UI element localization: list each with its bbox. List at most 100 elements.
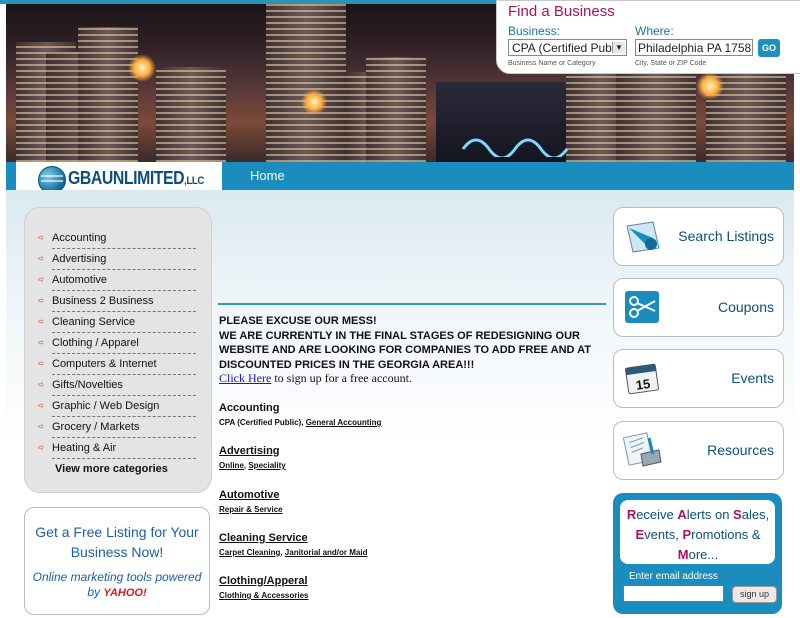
calendar-day-text: 15: [635, 376, 651, 393]
business-select-value: CPA (Certified Pub: [512, 41, 612, 55]
listing-heading-clothing[interactable]: Clothing/Apperal: [219, 575, 308, 587]
skyline-building: [266, 4, 346, 162]
sidebar-item-computers-internet[interactable]: ➪ Computers & Internet: [38, 354, 196, 375]
where-label: Where:: [635, 24, 674, 38]
chevron-down-icon[interactable]: ▼: [612, 42, 625, 53]
alerts-message-initial: P: [682, 527, 692, 542]
find-business-title: Find a Business: [508, 3, 615, 20]
search-listings-button[interactable]: Search Listings: [613, 207, 784, 266]
free-listing-title: Get a Free Listing for Your Business Now…: [35, 524, 199, 560]
logo-suffix: ,LLC: [184, 175, 204, 187]
alerts-message-text: eceive: [636, 507, 678, 522]
skyline-building: [366, 57, 426, 162]
arrow-bullet-icon: ➪: [38, 254, 45, 263]
alerts-message-initial: S: [733, 507, 742, 522]
search-listings-icon: [626, 221, 660, 253]
coupons-button[interactable]: Coupons: [613, 278, 784, 337]
calendar-icon: 15: [625, 363, 659, 395]
listing-sub-item[interactable]: CPA (Certified Public): [219, 418, 301, 427]
go-button[interactable]: GO: [758, 39, 780, 57]
arrow-bullet-icon: ➪: [38, 338, 45, 347]
sidebar-item-heating-air[interactable]: ➪ Heating & Air: [38, 438, 196, 459]
sidebar-item-accounting[interactable]: ➪ Accounting: [38, 228, 196, 249]
alerts-message-initial: E: [635, 527, 645, 542]
listing-heading-accounting: Accounting: [219, 402, 280, 414]
free-listing-subtitle: Online marketing tools powered by YAHOO!: [31, 570, 203, 601]
skyline-building: [156, 67, 226, 162]
sidebar-item-business-2-business[interactable]: ➪ Business 2 Business: [38, 291, 196, 312]
neon-sign: [461, 138, 569, 157]
email-field[interactable]: [623, 585, 724, 602]
listing-heading-cleaning-service[interactable]: Cleaning Service: [219, 532, 308, 544]
sidebar-item-advertising[interactable]: ➪ Advertising: [38, 249, 196, 270]
listing-subs-automotive: Repair & Service: [219, 505, 283, 514]
listing-sub-item[interactable]: General Accounting: [306, 418, 382, 427]
listing-heading-automotive[interactable]: Automotive: [219, 489, 280, 501]
sidebar-item-label: Business 2 Business: [52, 295, 154, 307]
alerts-message-initial: A: [677, 507, 687, 522]
light-glow: [301, 89, 327, 115]
listing-sub-item[interactable]: Janitorial and/or Maid: [285, 548, 368, 557]
light-glow: [128, 54, 156, 82]
where-input[interactable]: Philadelphia PA 1758: [635, 39, 753, 56]
alerts-message: Receive Alerts on Sales, Events, Promoti…: [624, 505, 772, 565]
sidebar-item-label: Grocery / Markets: [52, 421, 140, 433]
listing-sub-item[interactable]: Clothing & Accessories: [219, 591, 309, 600]
resources-button[interactable]: Resources: [613, 421, 784, 480]
skyline-building: [616, 72, 696, 162]
sign-up-button[interactable]: sign up: [732, 586, 777, 603]
sidebar-item-label: Accounting: [52, 232, 107, 244]
sidebar-item-grocery-markets[interactable]: ➪ Grocery / Markets: [38, 417, 196, 438]
listing-sub-item[interactable]: Carpet Cleaning: [219, 548, 280, 557]
yahoo-logo: YAHOO!: [103, 587, 147, 599]
events-button[interactable]: 15 Events: [613, 349, 784, 408]
listing-heading-advertising[interactable]: Advertising: [219, 445, 280, 457]
nav-home-link[interactable]: Home: [250, 168, 285, 183]
signup-prompt: Click Here to sign up for a free account…: [219, 371, 412, 386]
listing-subs-clothing: Clothing & Accessories: [219, 591, 309, 600]
business-select[interactable]: CPA (Certified Pub ▼: [508, 39, 627, 56]
business-label: Business:: [508, 24, 561, 38]
sidebar-item-label: Cleaning Service: [52, 316, 136, 328]
email-label: Enter email address: [629, 571, 718, 582]
view-more-categories-link[interactable]: View more categories: [55, 463, 168, 475]
alerts-message-text: romotions &: [691, 527, 761, 542]
sidebar-item-graphic-web-design[interactable]: ➪ Graphic / Web Design: [38, 396, 196, 417]
click-here-link[interactable]: Click Here: [219, 371, 271, 385]
sidebar-item-label: Clothing / Apparel: [52, 337, 139, 349]
sidebar-item-clothing-apparel[interactable]: ➪ Clothing / Apparel: [38, 333, 196, 354]
free-listing-box[interactable]: Get a Free Listing for Your Business Now…: [24, 507, 210, 615]
skyline-building: [78, 27, 138, 162]
arrow-bullet-icon: ➪: [38, 359, 45, 368]
site-logo[interactable]: GBAUNLIMITED,LLC: [68, 168, 204, 189]
scissors-icon: [625, 291, 659, 323]
sidebar-item-automotive[interactable]: ➪ Automotive: [38, 270, 196, 291]
listing-sub-item[interactable]: Online: [219, 461, 244, 470]
sidebar-item-cleaning-service[interactable]: ➪ Cleaning Service: [38, 312, 196, 333]
arrow-bullet-icon: ➪: [38, 422, 45, 431]
coupons-label: Coupons: [717, 299, 774, 315]
arrow-bullet-icon: ➪: [38, 275, 45, 284]
alerts-message-text: ore...: [688, 547, 719, 562]
find-business-panel: Find a Business Business: Where: CPA (Ce…: [496, 0, 800, 74]
resources-label: Resources: [707, 442, 774, 458]
alerts-signup-box: Receive Alerts on Sales, Events, Promoti…: [613, 493, 782, 614]
search-listings-label: Search Listings: [678, 228, 774, 244]
arrow-bullet-icon: ➪: [38, 296, 45, 305]
sidebar-item-gifts-novelties[interactable]: ➪ Gifts/Novelties: [38, 375, 196, 396]
sidebar-item-label: Gifts/Novelties: [52, 379, 123, 391]
arrow-bullet-icon: ➪: [38, 380, 45, 389]
business-hint: Business Name or Category: [508, 60, 596, 67]
sidebar-item-label: Advertising: [52, 253, 107, 265]
light-glow: [696, 72, 724, 100]
listing-sub-item[interactable]: Speciality: [248, 461, 285, 470]
site-notice: PLEASE EXCUSE OUR MESS! WE ARE CURRENTLY…: [219, 314, 599, 372]
arrow-bullet-icon: ➪: [38, 233, 45, 242]
alerts-message-text: ales,: [741, 507, 770, 522]
categories-sidebar: ➪ Accounting ➪ Advertising ➪ Automotive ➪ Bu…: [24, 207, 212, 493]
listing-sub-item[interactable]: Repair & Service: [219, 505, 283, 514]
logo-text: GBAUNLIMITED: [68, 168, 185, 188]
arrow-bullet-icon: ➪: [38, 443, 45, 452]
listing-subs-cleaning-service: Carpet Cleaning, Janitorial and/or Maid: [219, 548, 368, 557]
listing-subs-advertising: Online, Speciality: [219, 461, 286, 470]
